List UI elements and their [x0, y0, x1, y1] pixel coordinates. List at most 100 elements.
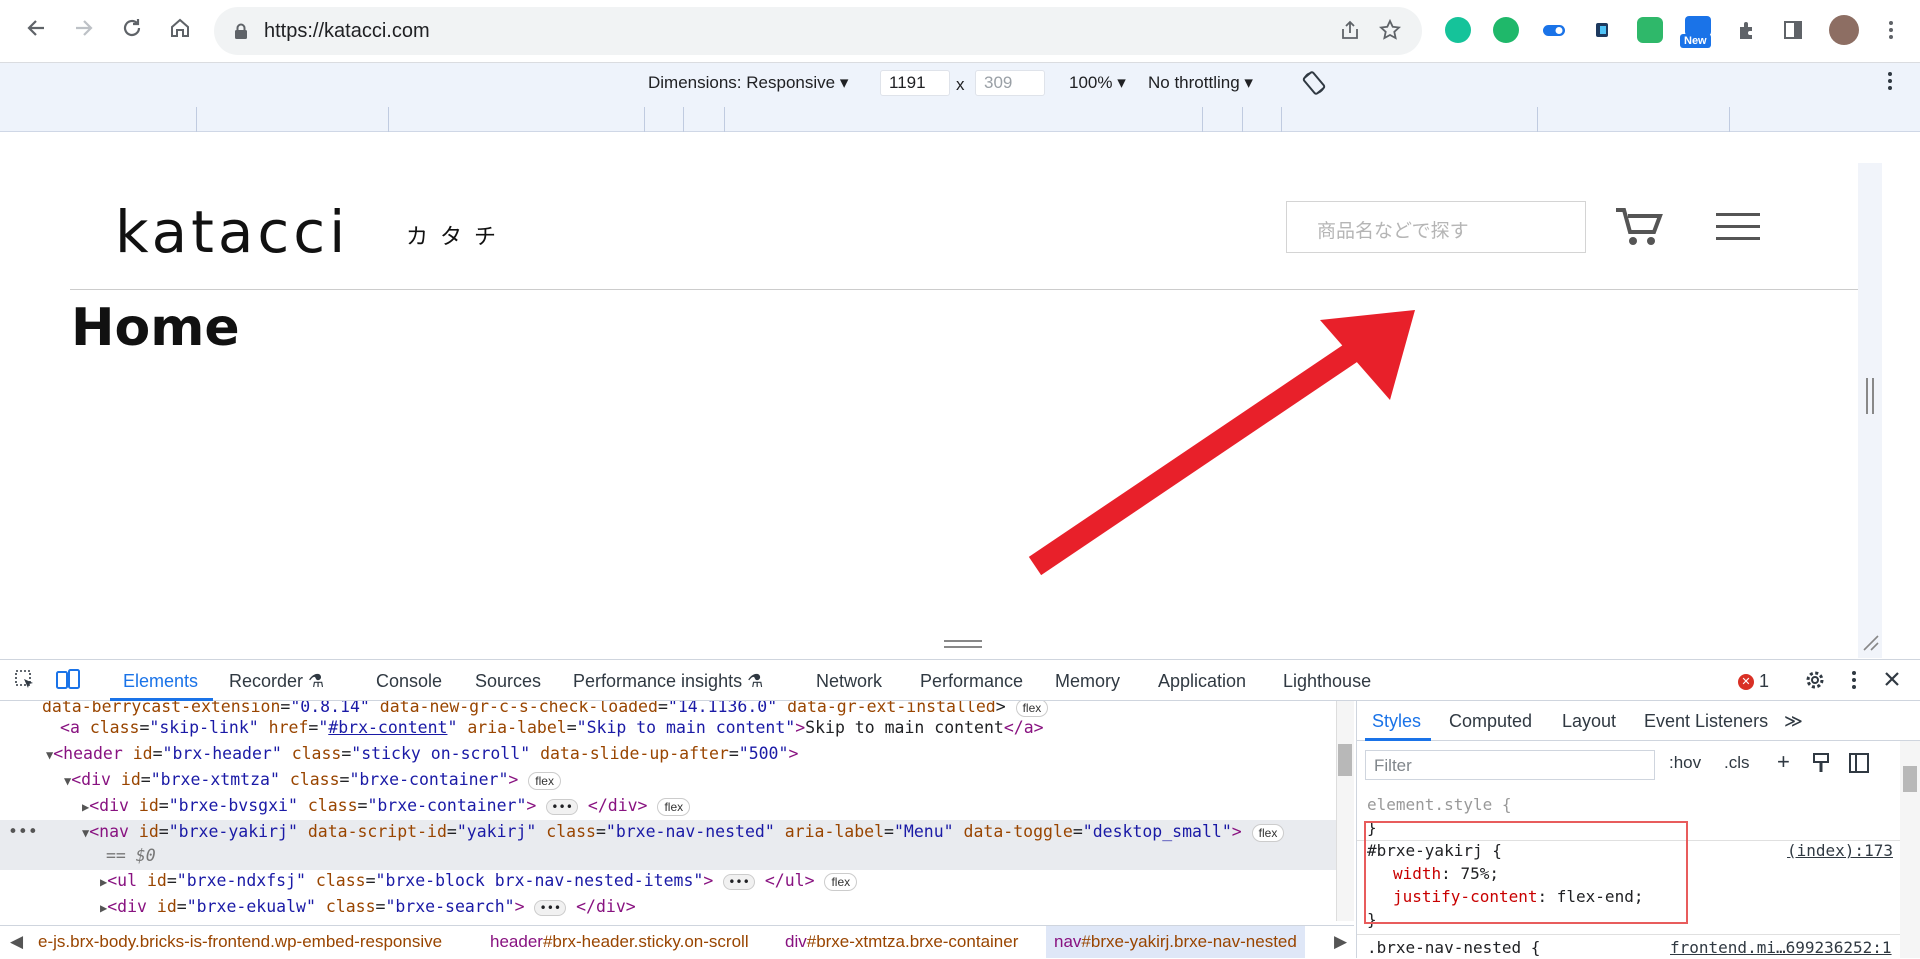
cart-icon[interactable] — [1614, 204, 1664, 248]
chrome-menu-icon[interactable] — [1877, 16, 1905, 44]
width-resize-handle[interactable] — [1866, 378, 1874, 414]
breadcrumb-left-arrow[interactable]: ◀ — [10, 932, 23, 952]
paint-brush-icon[interactable] — [1812, 753, 1830, 778]
dark-extension-icon[interactable] — [1589, 17, 1615, 43]
tree-line[interactable]: ▼<header id="brx-header" class="sticky o… — [46, 742, 1336, 768]
puzzle-extensions-icon[interactable] — [1733, 16, 1761, 44]
grammarly-icon[interactable] — [1445, 17, 1471, 43]
tree-line[interactable]: ▶<div id="brxe-bvsgxi" class="brxe-conta… — [82, 794, 1336, 820]
tab-performance[interactable]: Performance — [920, 671, 1023, 692]
tab-console[interactable]: Console — [376, 671, 442, 692]
tree-line[interactable]: <a class="skip-link" href="#brx-content"… — [60, 716, 1336, 742]
elements-tree: data-berrycast-extension="0.8.14" data-n… — [0, 701, 1336, 921]
site-logo[interactable]: katacci — [115, 198, 349, 266]
tab-styles[interactable]: Styles — [1372, 711, 1421, 732]
flex-badge[interactable]: flex — [824, 872, 858, 891]
close-devtools-icon[interactable] — [1882, 669, 1902, 694]
tab-event-listeners[interactable]: Event Listeners — [1644, 711, 1768, 732]
dimensions-dropdown[interactable]: Dimensions: Responsive ▾ — [648, 73, 848, 93]
width-input[interactable]: 1191 — [880, 70, 950, 96]
bookmark-star-icon[interactable] — [1378, 18, 1402, 43]
breadcrumb-item[interactable]: e-js.brx-body.bricks-is-frontend.wp-embe… — [38, 932, 442, 952]
tab-computed[interactable]: Computed — [1449, 711, 1532, 732]
address-bar[interactable]: https://katacci.com — [214, 7, 1422, 55]
share-icon[interactable] — [1338, 19, 1362, 43]
tab-lighthouse[interactable]: Lighthouse — [1283, 671, 1371, 692]
devtools-tabbar: Elements Recorder ⚗ Console Sources Perf… — [0, 659, 1920, 701]
media-query-ruler[interactable] — [0, 102, 1920, 132]
device-toggle-icon[interactable] — [56, 669, 80, 696]
tab-performance-insights[interactable]: Performance insights ⚗ — [573, 671, 763, 692]
profile-avatar[interactable] — [1829, 15, 1859, 45]
tree-line[interactable]: ▶<ul id="brxe-ndxfsj" class="brxe-block … — [100, 869, 1336, 895]
height-resize-handle[interactable] — [944, 640, 982, 648]
styles-filter-input[interactable]: Filter — [1365, 750, 1655, 780]
tree-line[interactable]: ▶<div id="brxe-ekualw" class="brxe-searc… — [100, 895, 1336, 921]
settings-gear-icon[interactable] — [1804, 669, 1826, 696]
toggle-sidebar-icon[interactable] — [1849, 753, 1869, 778]
page-title: Home — [71, 298, 240, 358]
more-tabs-icon[interactable]: ≫ — [1784, 711, 1803, 732]
flex-badge[interactable]: flex — [657, 797, 691, 816]
tab-network[interactable]: Network — [816, 671, 882, 692]
browser-toolbar: https://katacci.com New — [0, 0, 1920, 62]
selected-tree-line[interactable]: ••• ▼<nav id="brxe-yakirj" data-script-i… — [0, 820, 1336, 846]
height-input[interactable]: 309 — [975, 70, 1045, 96]
tab-recorder[interactable]: Recorder ⚗ — [229, 671, 324, 692]
tab-application[interactable]: Application — [1158, 671, 1246, 692]
inspect-element-icon[interactable] — [14, 669, 36, 696]
styles-tabbar: Styles Computed Layout Event Listeners ≫ — [1357, 701, 1920, 741]
side-panel-icon[interactable] — [1779, 16, 1807, 44]
throttling-dropdown[interactable]: No throttling ▾ — [1148, 73, 1253, 93]
device-more-icon[interactable] — [1880, 69, 1900, 98]
flex-badge[interactable]: flex — [528, 771, 561, 790]
tab-elements[interactable]: Elements — [123, 671, 198, 692]
elements-scrollbar[interactable] — [1336, 701, 1354, 921]
rotate-icon[interactable] — [1300, 69, 1328, 102]
styles-tab-indicator — [1365, 738, 1431, 741]
tab-sources[interactable]: Sources — [475, 671, 541, 692]
brxe-nav-nested-rule[interactable]: .brxe-nav-nested { — [1367, 936, 1540, 959]
breadcrumb-item[interactable]: header#brx-header.sticky.on-scroll — [490, 932, 749, 952]
red-arrow-annotation — [1020, 300, 1440, 585]
robot-extension-icon[interactable] — [1637, 17, 1663, 43]
site-search-input[interactable]: 商品名などで探す — [1286, 201, 1586, 253]
breadcrumb-right-arrow[interactable]: ▶ — [1334, 932, 1347, 952]
red-highlight-box — [1364, 821, 1688, 924]
toggle-extension-icon[interactable] — [1541, 17, 1567, 43]
rule-source-link[interactable]: (index):173 — [1787, 839, 1893, 862]
site-logo-katakana: カタチ — [406, 224, 509, 249]
home-icon[interactable] — [166, 14, 194, 42]
new-badge: New — [1680, 34, 1711, 48]
error-counter[interactable]: ✕ 1 — [1738, 671, 1769, 692]
url-text[interactable]: https://katacci.com — [264, 20, 430, 43]
error-icon: ✕ — [1738, 674, 1754, 691]
flex-badge[interactable]: flex — [1015, 701, 1049, 717]
zoom-dropdown[interactable]: 100% ▾ — [1069, 73, 1126, 93]
breadcrumb: ◀ e-js.brx-body.bricks-is-frontend.wp-em… — [0, 925, 1354, 958]
reload-icon[interactable] — [118, 14, 146, 42]
new-extension-icon[interactable] — [1685, 16, 1711, 36]
cls-toggle[interactable]: .cls — [1724, 753, 1750, 773]
rule-source-link[interactable]: frontend.mi…699236252:1 — [1670, 936, 1892, 959]
devtools-more-icon[interactable] — [1846, 669, 1862, 696]
breadcrumb-item-active[interactable]: nav#brxe-yakirj.brxe-nav-nested — [1046, 926, 1305, 958]
hov-toggle[interactable]: :hov — [1669, 753, 1701, 773]
flex-badge[interactable]: flex — [1251, 823, 1285, 842]
tab-memory[interactable]: Memory — [1055, 671, 1120, 692]
back-icon[interactable] — [22, 14, 50, 42]
elements-scroll-thumb[interactable] — [1338, 744, 1352, 776]
tree-line[interactable]: ▼<div id="brxe-xtmtza" class="brxe-conta… — [64, 768, 1336, 794]
extension-leaf-icon[interactable] — [1493, 17, 1519, 43]
new-rule-icon[interactable]: + — [1777, 749, 1790, 775]
breadcrumb-item[interactable]: div#brxe-xtmtza.brxe-container — [785, 932, 1018, 952]
tab-layout[interactable]: Layout — [1562, 711, 1616, 732]
node-ellipsis-icon[interactable]: ••• — [8, 820, 38, 844]
hamburger-menu-icon[interactable] — [1716, 213, 1760, 241]
corner-resize-icon[interactable] — [1862, 634, 1880, 652]
header-divider — [70, 289, 1858, 290]
forward-icon[interactable] — [70, 14, 98, 42]
lock-icon — [235, 23, 247, 39]
styles-scroll-thumb[interactable] — [1903, 766, 1917, 792]
device-toolbar: Dimensions: Responsive ▾ 1191 x 309 100%… — [0, 62, 1920, 102]
